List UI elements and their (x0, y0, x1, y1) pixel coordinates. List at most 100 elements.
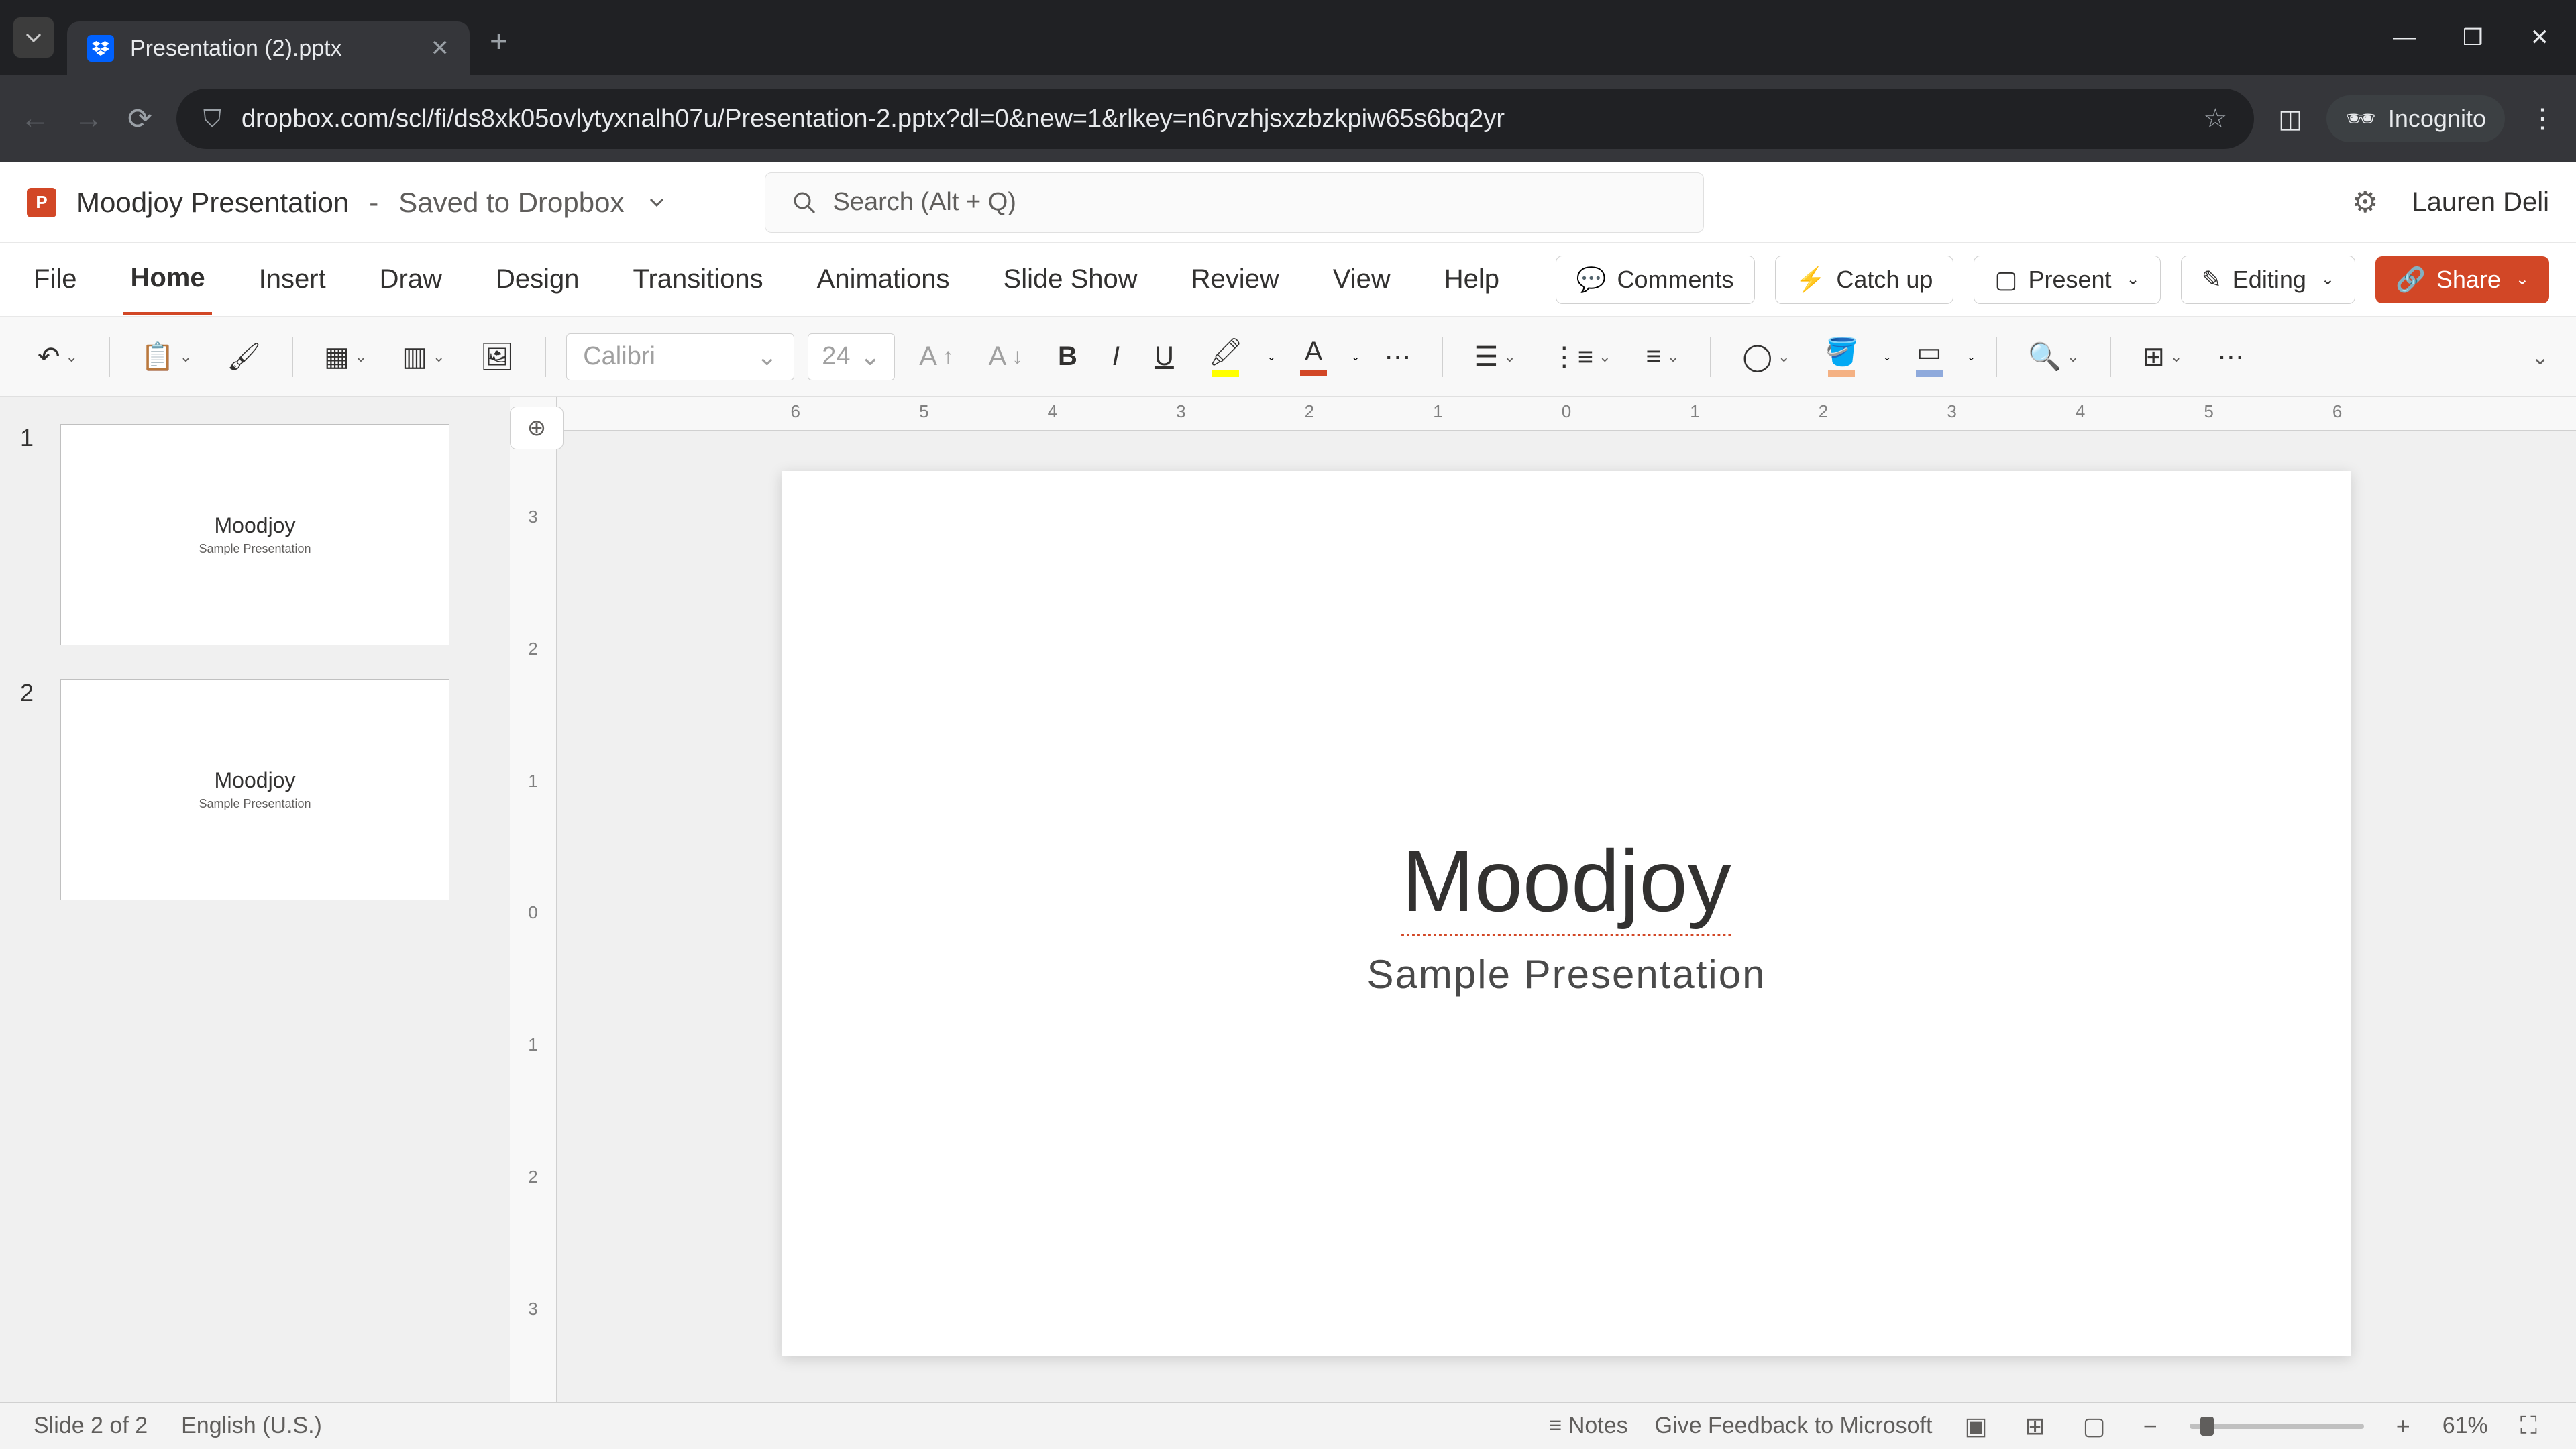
tab-help[interactable]: Help (1438, 246, 1506, 313)
shapes-button[interactable]: ◯⌄ (1731, 333, 1801, 380)
tab-draw[interactable]: Draw (373, 246, 449, 313)
tab-insert[interactable]: Insert (252, 246, 333, 313)
increase-font-button[interactable]: A↑ (908, 333, 964, 380)
tab-design[interactable]: Design (489, 246, 586, 313)
chevron-down-icon[interactable]: ⌄ (1267, 350, 1276, 364)
layout-button[interactable]: ▥⌄ (391, 333, 455, 380)
document-name[interactable]: Moodjoy Presentation (76, 186, 349, 219)
settings-gear-icon[interactable]: ⚙ (2352, 185, 2378, 219)
slide-thumbnail-2[interactable]: Moodjoy Sample Presentation (60, 679, 449, 900)
tab-transitions[interactable]: Transitions (627, 246, 770, 313)
browser-tab[interactable]: Presentation (2).pptx ✕ (67, 21, 470, 75)
editing-button[interactable]: ✎ Editing ⌄ (2181, 256, 2355, 304)
incognito-badge[interactable]: 🕶 Incognito (2326, 95, 2505, 142)
tab-slideshow[interactable]: Slide Show (997, 246, 1144, 313)
maximize-button[interactable]: ❐ (2463, 24, 2483, 51)
designer-button[interactable]: ⊞⌄ (2131, 333, 2193, 380)
paste-button[interactable]: 📋⌄ (130, 333, 203, 380)
shape-fill-button[interactable]: 🪣 (1815, 328, 1870, 385)
new-slide-button[interactable]: ▦⌄ (313, 333, 378, 380)
close-tab-icon[interactable]: ✕ (431, 35, 450, 62)
zoom-in-button[interactable]: + (2391, 1407, 2416, 1446)
zoom-slider[interactable] (2190, 1424, 2364, 1429)
notes-button[interactable]: ≡ Notes (1549, 1413, 1628, 1439)
canvas-scroll[interactable]: Moodjoy Sample Presentation (557, 431, 2576, 1402)
present-button[interactable]: ▢ Present ⌄ (1974, 256, 2160, 304)
language-status[interactable]: English (U.S.) (181, 1413, 322, 1439)
tab-review[interactable]: Review (1185, 246, 1286, 313)
slide-thumbnail-1[interactable]: Moodjoy Sample Presentation (60, 424, 449, 645)
sorter-view-icon[interactable]: ⊞ (2019, 1407, 2050, 1446)
feedback-link[interactable]: Give Feedback to Microsoft (1655, 1413, 1933, 1439)
tab-file[interactable]: File (27, 246, 83, 313)
font-name-dropdown[interactable]: Calibri ⌄ (566, 333, 794, 380)
dropbox-favicon (87, 35, 114, 62)
collapse-ribbon-icon[interactable]: ⌄ (2531, 344, 2549, 370)
zoom-slider-thumb[interactable] (2200, 1417, 2214, 1436)
user-name[interactable]: Lauren Deli (2412, 187, 2549, 217)
site-info-icon[interactable]: ⛉ (203, 105, 221, 133)
catchup-button[interactable]: ⚡ Catch up (1775, 256, 1954, 304)
more-commands[interactable]: ⋯ (2206, 333, 2255, 380)
normal-view-icon[interactable]: ▣ (1959, 1407, 1992, 1446)
tab-search-dropdown[interactable] (13, 17, 54, 58)
chevron-down-icon: ⌄ (1599, 348, 1611, 366)
font-size-dropdown[interactable]: 24 ⌄ (808, 333, 895, 380)
slide-count[interactable]: Slide 2 of 2 (34, 1413, 148, 1439)
chevron-down-icon[interactable]: ⌄ (1351, 350, 1360, 364)
shape-outline-button[interactable]: ▭ (1905, 329, 1953, 385)
slideshow-view-icon[interactable]: ▢ (2078, 1407, 2111, 1446)
undo-button[interactable]: ↶⌄ (27, 333, 89, 380)
decrease-font-button[interactable]: A↓ (978, 333, 1034, 380)
thumbnail-row: 2 Moodjoy Sample Presentation (20, 679, 490, 900)
slide-subtitle-text[interactable]: Sample Presentation (1367, 951, 1766, 998)
thumbnail-row: 1 Moodjoy Sample Presentation (20, 424, 490, 645)
add-slide-floating-button[interactable]: ⊕ (510, 407, 564, 449)
tab-view[interactable]: View (1326, 246, 1397, 313)
chevron-down-icon: ⌄ (756, 341, 777, 372)
slide-title-text[interactable]: Moodjoy (1401, 830, 1731, 931)
comments-button[interactable]: 💬 Comments (1556, 256, 1755, 304)
ruler-tick: 3 (1176, 401, 1185, 422)
italic-button[interactable]: I (1102, 333, 1130, 380)
browser-tab-strip: Presentation (2).pptx ✕ + — ❐ ✕ (0, 0, 2576, 75)
share-button[interactable]: 🔗 Share ⌄ (2375, 256, 2549, 303)
status-bar: Slide 2 of 2 English (U.S.) ≡ Notes Give… (0, 1402, 2576, 1449)
ruler-tick: 4 (1048, 401, 1057, 422)
close-window-button[interactable]: ✕ (2530, 24, 2550, 51)
tab-animations[interactable]: Animations (810, 246, 957, 313)
picture-button[interactable]: 🖼 (469, 333, 525, 380)
minimize-button[interactable]: — (2393, 24, 2416, 51)
back-button[interactable]: ← (20, 102, 50, 136)
new-tab-button[interactable]: + (490, 23, 508, 59)
bold-button[interactable]: B (1047, 333, 1088, 380)
chevron-down-icon[interactable]: ⌄ (1882, 350, 1891, 364)
font-color-button[interactable]: A (1289, 329, 1338, 384)
format-painter-button[interactable]: 🖌 (216, 333, 272, 380)
bookmark-star-icon[interactable]: ☆ (2203, 103, 2227, 134)
forward-button[interactable]: → (74, 102, 103, 136)
search-box[interactable]: Search (Alt + Q) (765, 172, 1704, 233)
reload-button[interactable]: ⟳ (127, 102, 152, 136)
zoom-out-button[interactable]: − (2138, 1407, 2163, 1446)
browser-menu-icon[interactable]: ⋮ (2529, 103, 2556, 134)
tab-home[interactable]: Home (123, 244, 211, 315)
find-button[interactable]: 🔍⌄ (2017, 333, 2090, 380)
underline-button[interactable]: U (1144, 333, 1185, 380)
side-panel-icon[interactable]: ◫ (2278, 104, 2302, 134)
highlight-button[interactable]: 🖍 (1198, 328, 1254, 385)
zoom-level[interactable]: 61% (2443, 1413, 2488, 1439)
chevron-down-icon[interactable]: ⌄ (1967, 350, 1976, 364)
powerpoint-icon[interactable]: P (27, 188, 56, 217)
title-dropdown-icon[interactable] (649, 198, 664, 207)
more-font-options[interactable]: ⋯ (1373, 333, 1421, 380)
window-controls: — ❐ ✕ (2393, 24, 2563, 51)
browser-address-bar: ← → ⟳ ⛉ dropbox.com/scl/fi/ds8xk05ovlyty… (0, 75, 2576, 162)
share-label: Share (2436, 266, 2501, 294)
slide-canvas[interactable]: Moodjoy Sample Presentation (782, 471, 2351, 1356)
url-bar[interactable]: ⛉ dropbox.com/scl/fi/ds8xk05ovlytyxnalh0… (176, 89, 2254, 149)
numbering-button[interactable]: ⋮≡⌄ (1540, 333, 1622, 380)
fit-to-window-icon[interactable]: ⛶ (2515, 1406, 2542, 1446)
align-button[interactable]: ≡⌄ (1635, 333, 1690, 380)
bullets-button[interactable]: ☰⌄ (1463, 333, 1526, 380)
